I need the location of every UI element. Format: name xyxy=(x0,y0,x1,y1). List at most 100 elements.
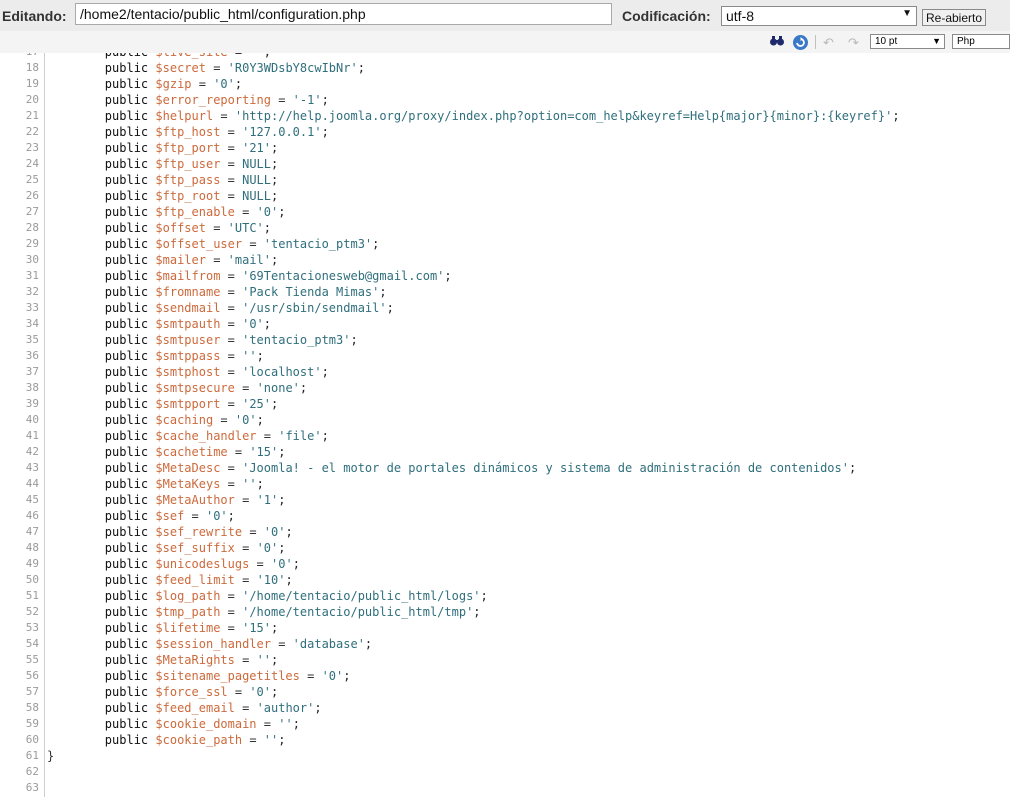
code-line[interactable]: public $feed_email = 'author'; xyxy=(47,700,1010,716)
encoding-select[interactable]: utf-8 ▼ xyxy=(721,6,917,26)
variable-name: $ftp_pass xyxy=(155,173,221,187)
editor-header: Editando: Codificación: utf-8 ▼ Re-abier… xyxy=(0,0,1010,32)
code-line[interactable]: public $unicodeslugs = '0'; xyxy=(47,556,1010,572)
code-line[interactable]: public $force_ssl = '0'; xyxy=(47,684,1010,700)
semicolon: ; xyxy=(848,461,857,475)
code-lines[interactable]: public $live_site = ''; public $secret =… xyxy=(47,53,1010,796)
code-line[interactable]: public $cookie_domain = ''; xyxy=(47,716,1010,732)
variable-name: $cache_handler xyxy=(155,429,257,443)
line-number: 46 xyxy=(25,509,39,522)
undo-icon[interactable]: ↶ xyxy=(820,34,837,51)
code-line[interactable]: public $error_reporting = '-1'; xyxy=(47,92,1010,108)
code-line[interactable]: public $ftp_pass = NULL; xyxy=(47,172,1010,188)
code-editor[interactable]: 1718 19 20 21 22 23 24 25 26 27 28 29 30 31 32 33 34 35 36… xyxy=(0,53,1010,797)
line-number: 53 xyxy=(25,621,39,634)
code-line[interactable]: public $cache_handler = 'file'; xyxy=(47,428,1010,444)
code-line[interactable]: public $helpurl = 'http://help.joomla.or… xyxy=(47,108,1010,124)
code-line[interactable]: public $caching = '0'; xyxy=(47,412,1010,428)
variable-name: $feed_limit xyxy=(155,573,235,587)
code-line[interactable]: public $MetaAuthor = '1'; xyxy=(47,492,1010,508)
code-line[interactable]: public $feed_limit = '10'; xyxy=(47,572,1010,588)
code-line[interactable]: public $MetaRights = ''; xyxy=(47,652,1010,668)
code-line[interactable]: public $ftp_port = '21'; xyxy=(47,140,1010,156)
variable-name: $sef xyxy=(155,509,185,523)
code-line[interactable]: public $sef_suffix = '0'; xyxy=(47,540,1010,556)
code-line[interactable]: public $live_site = ''; xyxy=(47,53,1010,60)
code-line[interactable]: public $fromname = 'Pack Tienda Mimas'; xyxy=(47,284,1010,300)
reopen-button[interactable]: Re-abierto xyxy=(922,9,986,26)
redo-icon[interactable]: ↷ xyxy=(845,34,862,51)
assign-operator: = xyxy=(220,141,243,155)
code-line[interactable] xyxy=(47,780,1010,796)
semicolon: ; xyxy=(473,605,481,619)
code-line[interactable]: public $mailer = 'mail'; xyxy=(47,252,1010,268)
code-line[interactable]: public $mailfrom = '69Tentacionesweb@gma… xyxy=(47,268,1010,284)
variable-name: $MetaDesc xyxy=(155,461,221,475)
assign-operator: = xyxy=(220,157,243,171)
code-line[interactable]: public $cookie_path = ''; xyxy=(47,732,1010,748)
keyword: public xyxy=(104,109,149,123)
syntax-select[interactable]: Php xyxy=(952,34,1010,49)
code-line[interactable] xyxy=(47,764,1010,780)
code-line[interactable]: public $lifetime = '15'; xyxy=(47,620,1010,636)
code-line[interactable]: public $session_handler = 'database'; xyxy=(47,636,1010,652)
variable-name: $ftp_root xyxy=(155,189,221,203)
code-line[interactable]: public $sendmail = '/usr/sbin/sendmail'; xyxy=(47,300,1010,316)
keyword: public xyxy=(104,397,149,411)
code-line[interactable]: public $sef_rewrite = '0'; xyxy=(47,524,1010,540)
code-line[interactable]: public $ftp_root = NULL; xyxy=(47,188,1010,204)
line-number: 27 xyxy=(25,205,39,218)
variable-name: $secret xyxy=(155,61,206,75)
code-line[interactable]: public $MetaKeys = ''; xyxy=(47,476,1010,492)
file-path-input[interactable] xyxy=(75,3,612,25)
code-line[interactable]: } xyxy=(47,748,1010,764)
assign-operator: = xyxy=(213,413,235,427)
variable-name: $smtphost xyxy=(155,365,221,379)
value-literal: '-1' xyxy=(292,93,322,107)
line-number: 21 xyxy=(25,109,39,122)
variable-name: $live_site xyxy=(155,53,227,59)
line-number: 39 xyxy=(25,397,39,410)
code-line[interactable]: public $ftp_user = NULL; xyxy=(47,156,1010,172)
code-line[interactable]: public $offset = 'UTC'; xyxy=(47,220,1010,236)
semicolon: ; xyxy=(343,669,351,683)
search-icon[interactable] xyxy=(768,34,785,51)
keyword: public xyxy=(104,365,149,379)
keyword: public xyxy=(105,53,148,59)
code-line[interactable]: public $offset_user = 'tentacio_ptm3'; xyxy=(47,236,1010,252)
keyword: public xyxy=(104,189,149,203)
code-line[interactable]: public $sef = '0'; xyxy=(47,508,1010,524)
font-size-select[interactable]: 10 pt ▼ xyxy=(870,34,945,49)
assign-operator: = xyxy=(242,237,264,251)
code-line[interactable]: public $smtpport = '25'; xyxy=(47,396,1010,412)
keyword: public xyxy=(104,557,149,571)
code-line[interactable]: public $tmp_path = '/home/tentacio/publi… xyxy=(47,604,1010,620)
assign-operator: = xyxy=(191,77,214,91)
refresh-icon[interactable] xyxy=(792,34,809,51)
line-number: 18 xyxy=(25,61,39,74)
code-line[interactable]: public $MetaDesc = 'Joomla! - el motor d… xyxy=(47,460,1010,476)
variable-name: $cookie_domain xyxy=(155,717,257,731)
code-line[interactable]: public $smtpauth = '0'; xyxy=(47,316,1010,332)
code-line[interactable]: public $cachetime = '15'; xyxy=(47,444,1010,460)
variable-name: $sitename_pagetitles xyxy=(155,669,300,683)
keyword: public xyxy=(104,669,149,683)
code-line[interactable]: public $secret = 'R0Y3WDsbY8cwIbNr'; xyxy=(47,60,1010,76)
code-line[interactable]: public $smtpuser = 'tentacio_ptm3'; xyxy=(47,332,1010,348)
code-line[interactable]: public $ftp_host = '127.0.0.1'; xyxy=(47,124,1010,140)
code-line[interactable]: public $smtppass = ''; xyxy=(47,348,1010,364)
code-line[interactable]: public $gzip = '0'; xyxy=(47,76,1010,92)
line-number: 33 xyxy=(25,301,39,314)
code-line[interactable]: public $log_path = '/home/tentacio/publi… xyxy=(47,588,1010,604)
code-line[interactable]: public $smtpsecure = 'none'; xyxy=(47,380,1010,396)
code-line[interactable]: public $smtphost = 'localhost'; xyxy=(47,364,1010,380)
code-line[interactable]: public $sitename_pagetitles = '0'; xyxy=(47,668,1010,684)
semicolon: ; xyxy=(444,269,452,283)
code-line[interactable]: public $ftp_enable = '0'; xyxy=(47,204,1010,220)
assign-operator: = xyxy=(205,253,228,267)
